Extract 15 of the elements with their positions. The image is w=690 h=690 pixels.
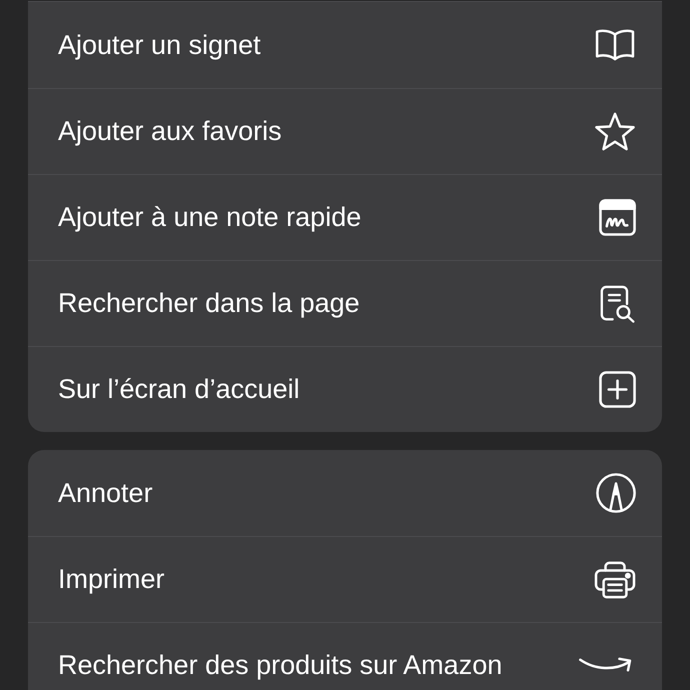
star-icon	[594, 112, 636, 152]
menu-item[interactable]: Ajouter un signet	[28, 2, 662, 88]
pen-circle-icon	[596, 473, 636, 513]
printer-icon	[594, 560, 636, 598]
note-icon	[599, 199, 636, 236]
menu-item[interactable]: Rechercher dans la page	[28, 260, 662, 346]
document-search-icon	[600, 284, 636, 322]
menu-item[interactable]: Imprimer	[28, 536, 662, 622]
book-icon	[594, 28, 636, 62]
menu-item[interactable]: Ajouter à une note rapide	[28, 174, 662, 260]
menu-item[interactable]: Annoter	[28, 450, 662, 536]
menu-item[interactable]: Sur l’écran d’accueil	[28, 346, 662, 432]
add-square-icon	[599, 371, 636, 408]
menu-item[interactable]: Ajouter aux favoris	[28, 88, 662, 174]
menu-item[interactable]: Rechercher des produits sur Amazon	[28, 622, 662, 690]
